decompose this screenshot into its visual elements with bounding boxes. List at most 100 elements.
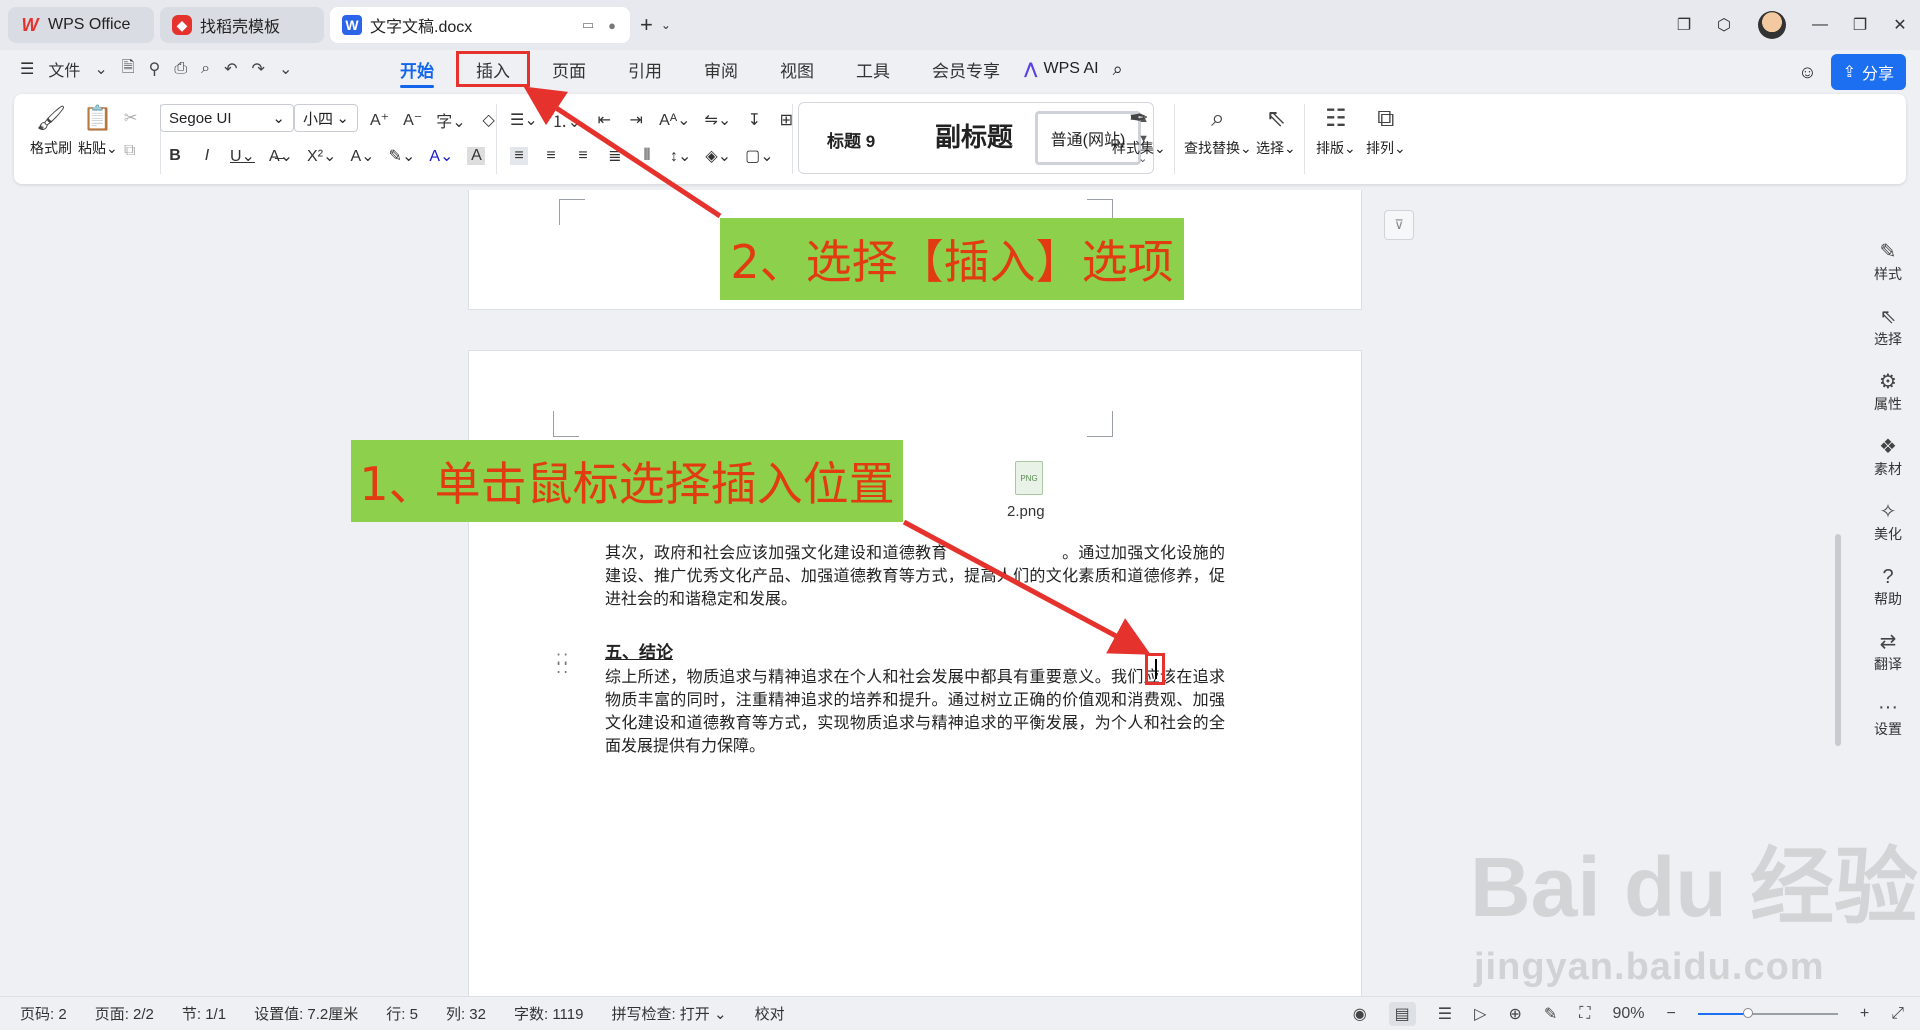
print-icon[interactable]: ⎙: [174, 60, 187, 78]
redo-icon[interactable]: ↷: [252, 59, 265, 79]
monitor-icon[interactable]: ▭: [582, 17, 594, 33]
strikethrough-icon[interactable]: A̶⌄: [269, 146, 293, 166]
align-center-icon[interactable]: ≡: [542, 147, 560, 165]
font-name-select[interactable]: Segoe UI ⌄: [160, 104, 294, 132]
bold-icon[interactable]: B: [166, 147, 184, 165]
section-heading[interactable]: 五、结论: [605, 638, 673, 663]
tab-review[interactable]: 审阅: [686, 53, 756, 85]
status-words[interactable]: 字数: 1119: [514, 1003, 583, 1024]
decrease-indent-icon[interactable]: ⇤: [595, 110, 613, 130]
attachment-file[interactable]: PNG: [1009, 461, 1049, 495]
share-button[interactable]: ⇪ 分享: [1830, 54, 1906, 90]
increase-indent-icon[interactable]: ⇥: [627, 110, 645, 130]
sidepanel-styles[interactable]: ✎ 样式: [1856, 240, 1920, 284]
font-color-icon[interactable]: A⌄: [429, 146, 453, 166]
file-menu[interactable]: 文件: [48, 57, 80, 81]
web-view-icon[interactable]: ⊕: [1508, 1004, 1521, 1024]
play-icon[interactable]: ▷: [1474, 1004, 1486, 1024]
pen-icon[interactable]: ✎: [1544, 1004, 1557, 1024]
sidepanel-help[interactable]: ? 帮助: [1856, 565, 1920, 609]
tab-wps-office[interactable]: W WPS Office: [8, 7, 154, 43]
arrange-button[interactable]: ⧉ 排列⌄: [1366, 104, 1406, 158]
change-case-icon[interactable]: Aᴬ⌄: [659, 110, 690, 130]
status-pages[interactable]: 页面: 2/2: [95, 1003, 154, 1024]
eye-icon[interactable]: ◉: [1353, 1004, 1367, 1024]
new-tab-plus-icon[interactable]: +: [640, 12, 653, 38]
style-subtitle[interactable]: 副标题: [935, 117, 1013, 154]
minimize-icon[interactable]: —: [1800, 16, 1840, 34]
chevron-down-icon[interactable]: ⌄: [279, 59, 292, 79]
tab-page[interactable]: 页面: [534, 53, 604, 85]
zoom-in-icon[interactable]: +: [1860, 1005, 1869, 1023]
print-preview-icon[interactable]: ⌕: [201, 60, 210, 78]
chevron-down-icon[interactable]: ⌄: [94, 59, 107, 79]
fit-width-icon[interactable]: ⛶: [1579, 1005, 1590, 1023]
sidepanel-properties[interactable]: ⚙ 属性: [1856, 370, 1920, 414]
align-left-icon[interactable]: ≡: [510, 147, 528, 165]
zoom-slider[interactable]: [1697, 1008, 1838, 1018]
zoom-level[interactable]: 90%: [1612, 1005, 1644, 1023]
line-spacing-icon[interactable]: ↕⌄: [670, 146, 691, 166]
paragraph[interactable]: 其次，政府和社会应该加强文化建设和道德教育 。通过加强文化设施的建设、推广优秀文…: [605, 541, 1225, 610]
border-icon[interactable]: ▢⌄: [745, 146, 774, 166]
bullet-list-icon[interactable]: ☰⌄: [510, 110, 538, 130]
restore-icon[interactable]: ❐: [1840, 15, 1880, 35]
distribute-icon[interactable]: ⫴: [638, 147, 656, 165]
highlight-icon[interactable]: ✎⌄: [389, 146, 416, 166]
window-layout-icon[interactable]: ❐: [1664, 15, 1704, 35]
status-row[interactable]: 行: 5: [386, 1003, 418, 1024]
cut-icon[interactable]: ✂: [124, 108, 137, 128]
close-icon[interactable]: ✕: [1880, 15, 1920, 35]
zoom-out-icon[interactable]: −: [1667, 1005, 1676, 1023]
fullscreen-icon[interactable]: ⤢: [1891, 1005, 1904, 1023]
format-brush-icon[interactable]: ⚲: [149, 59, 161, 79]
status-spellcheck[interactable]: 拼写检查: 打开 ⌄: [611, 1003, 726, 1024]
superscript-icon[interactable]: X²⌄: [307, 146, 336, 166]
undo-icon[interactable]: ↶: [224, 59, 237, 79]
outline-view-icon[interactable]: ☰: [1438, 1004, 1452, 1024]
text-effect-icon[interactable]: A⌄: [350, 146, 374, 166]
italic-icon[interactable]: I: [198, 147, 216, 165]
sidepanel-beautify[interactable]: ✧ 美化: [1856, 500, 1920, 544]
avatar[interactable]: [1758, 11, 1786, 39]
shading-icon[interactable]: ◈⌄: [705, 146, 731, 166]
layout-button[interactable]: ☷ 排版⌄: [1316, 104, 1356, 158]
hamburger-icon[interactable]: ☰: [20, 59, 34, 79]
paste-button[interactable]: 📋 粘贴⌄: [78, 104, 118, 158]
char-shading-icon[interactable]: A: [467, 147, 486, 165]
status-setting[interactable]: 设置值: 7.2厘米: [254, 1003, 358, 1024]
font-shrink-icon[interactable]: A⁻: [403, 110, 422, 130]
wps-ai-button[interactable]: ⋀ WPS AI: [1024, 59, 1099, 79]
scrollbar-thumb[interactable]: [1835, 534, 1841, 746]
collapse-icon[interactable]: ⊽: [1384, 210, 1414, 240]
status-page-code[interactable]: 页码: 2: [20, 1003, 67, 1024]
page-view-icon[interactable]: ▤: [1388, 1002, 1416, 1026]
font-size-select[interactable]: 小四 ⌄: [294, 104, 358, 132]
sidepanel-select[interactable]: ⇖ 选择: [1856, 305, 1920, 349]
tab-document[interactable]: W 文字文稿.docx ▭ ●: [330, 7, 630, 43]
status-col[interactable]: 列: 32: [446, 1003, 486, 1024]
save-icon[interactable]: 🗎: [122, 56, 135, 83]
phonetic-guide-icon[interactable]: 字⌄: [436, 108, 465, 132]
unsaved-dot-icon[interactable]: ●: [608, 18, 616, 33]
chat-icon[interactable]: ☺: [1798, 62, 1816, 83]
drag-handle-icon[interactable]: ⁚⁚ ⁚⁚: [556, 653, 570, 677]
align-right-icon[interactable]: ≡: [574, 147, 592, 165]
select-button[interactable]: ⇖ 选择⌄: [1256, 104, 1296, 158]
tab-tools[interactable]: 工具: [838, 53, 908, 85]
tab-view[interactable]: 视图: [762, 53, 832, 85]
sort-icon[interactable]: ↧: [745, 110, 763, 130]
sidepanel-translate[interactable]: ⇄ 翻译: [1856, 630, 1920, 674]
style-set-button[interactable]: ✒ 样式集⌄: [1112, 104, 1166, 158]
paragraph[interactable]: 综上所述，物质追求与精神追求在个人和社会发展中都具有重要意义。我们应该在追求物质…: [605, 665, 1225, 757]
clear-format-icon[interactable]: ◇: [480, 110, 498, 130]
tab-home[interactable]: 开始: [382, 53, 452, 88]
justify-icon[interactable]: ≣: [606, 146, 624, 166]
numbered-list-icon[interactable]: ⒈⌄: [552, 108, 581, 132]
tab-references[interactable]: 引用: [610, 53, 680, 85]
underline-icon[interactable]: U⌄: [230, 146, 255, 166]
search-icon[interactable]: ⌕: [1113, 59, 1123, 80]
style-heading-9[interactable]: 标题 9: [827, 127, 875, 152]
status-proofread[interactable]: 校对: [755, 1003, 785, 1024]
text-direction-icon[interactable]: ⇋⌄: [705, 110, 732, 130]
